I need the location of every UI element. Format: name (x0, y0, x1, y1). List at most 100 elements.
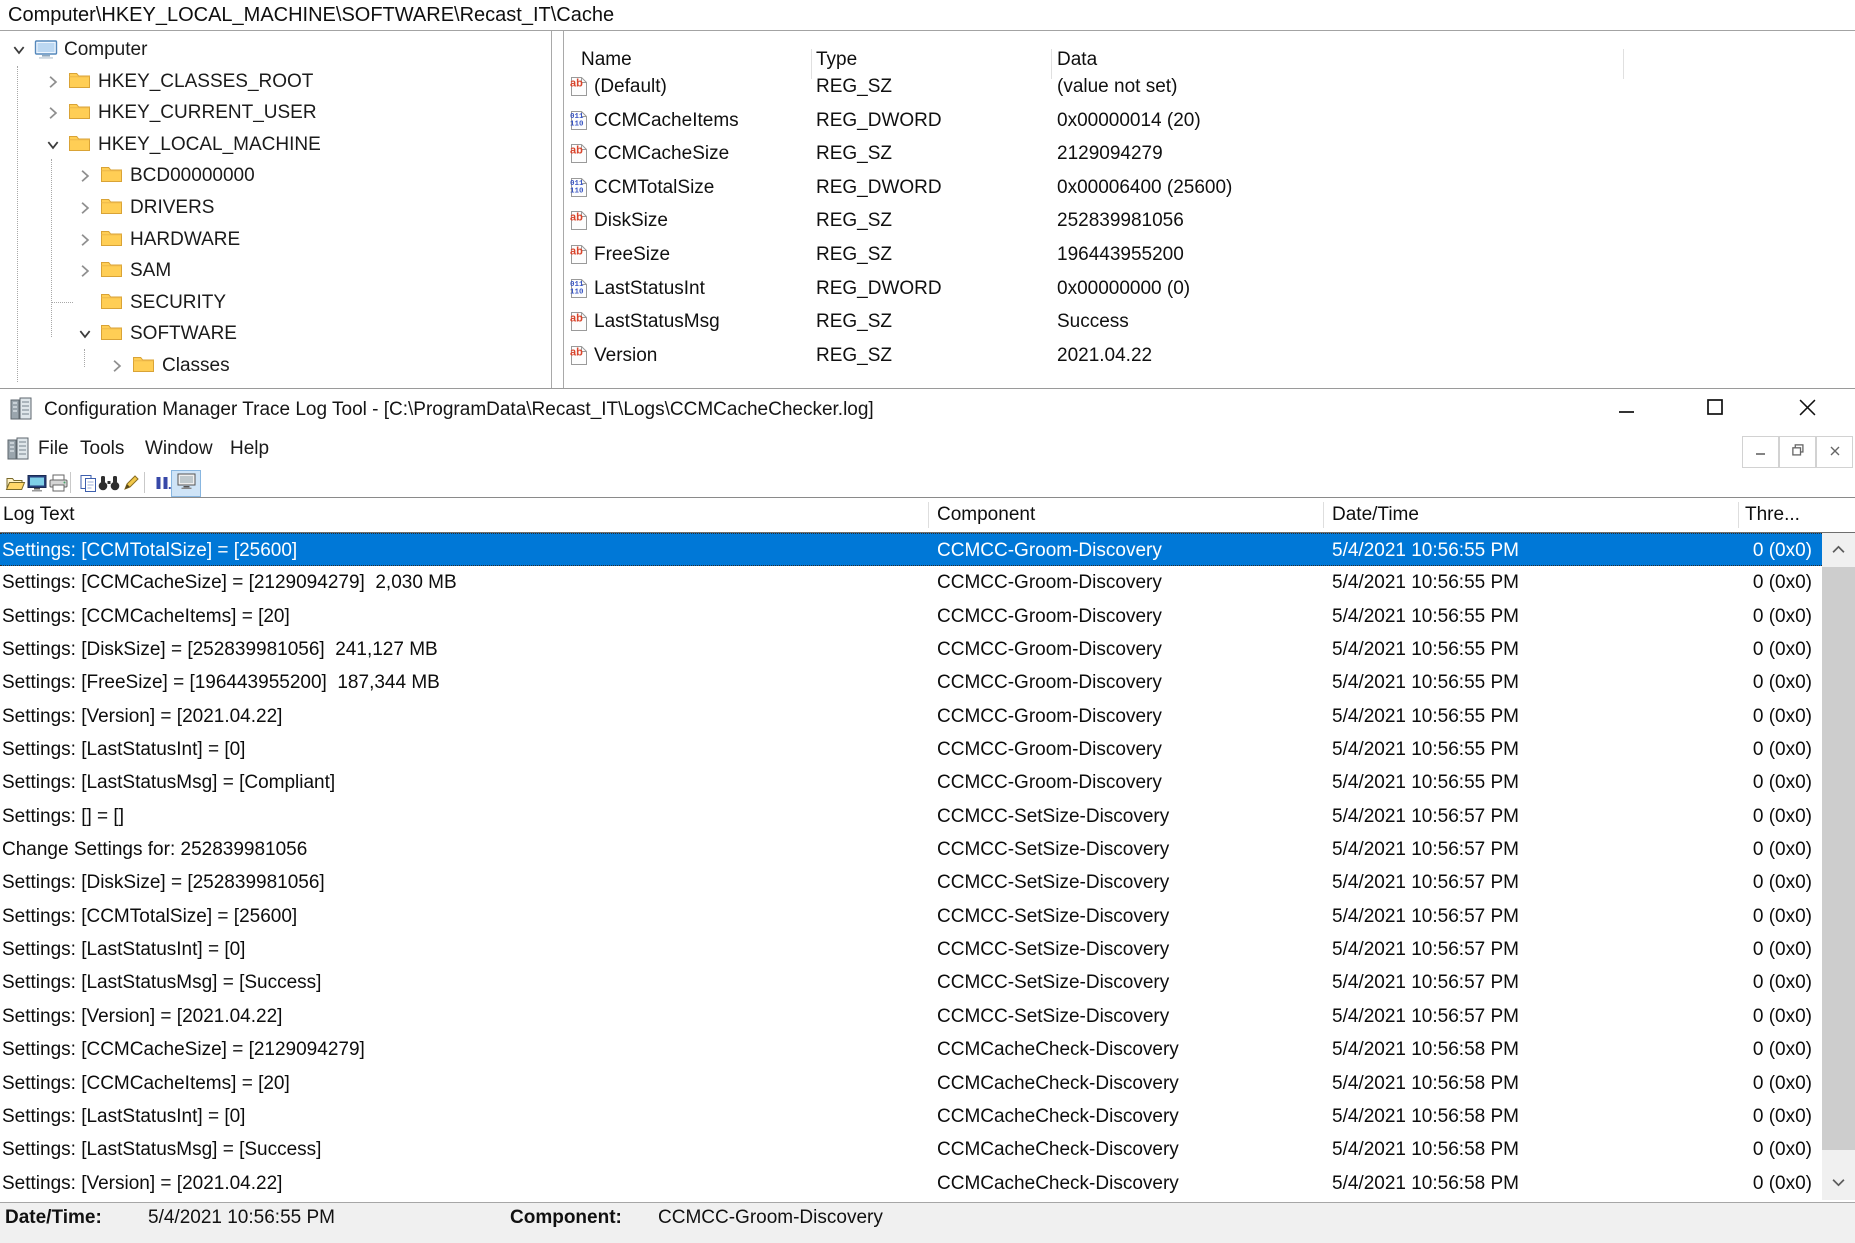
log-row[interactable]: Settings: [LastStatusInt] = [0] CCMCC-Gr… (0, 733, 1822, 766)
chevron-right-icon[interactable] (78, 201, 92, 215)
registry-address[interactable]: Computer\HKEY_LOCAL_MACHINE\SOFTWARE\Rec… (8, 0, 614, 30)
find-binoculars-icon[interactable] (98, 473, 120, 493)
column-header-logtext[interactable]: Log Text (3, 498, 74, 532)
open-file-icon[interactable] (4, 473, 26, 493)
tree-item[interactable]: HKEY_LOCAL_MACHINE (0, 129, 551, 161)
log-row[interactable]: Settings: [LastStatusMsg] = [Success] CC… (0, 966, 1822, 999)
registry-value-row[interactable]: ab CCMCacheSize REG_SZ 2129094279 (564, 137, 1855, 171)
mdi-minimize-button[interactable] (1742, 436, 1779, 468)
printer-icon[interactable] (47, 473, 69, 493)
registry-value-row[interactable]: ab DiskSize REG_SZ 252839981056 (564, 204, 1855, 238)
tree-item[interactable]: DRIVERS (0, 192, 551, 224)
log-row[interactable]: Settings: [FreeSize] = [196443955200] 18… (0, 666, 1822, 699)
tree-item[interactable]: Computer (0, 34, 551, 66)
log-row[interactable]: Settings: [Version] = [2021.04.22] CCMCC… (0, 1000, 1822, 1033)
chevron-right-icon[interactable] (46, 106, 60, 120)
minimize-button[interactable] (1603, 389, 1649, 430)
chevron-down-icon[interactable] (78, 327, 92, 341)
column-divider[interactable] (1323, 502, 1324, 528)
mdi-restore-button[interactable] (1779, 436, 1816, 468)
pause-icon[interactable] (151, 473, 173, 493)
log-row[interactable]: Settings: [CCMCacheItems] = [20] CCMCach… (0, 1067, 1822, 1100)
log-row[interactable]: Settings: [Version] = [2021.04.22] CCMCa… (0, 1167, 1822, 1200)
log-component: CCMCC-Groom-Discovery (937, 633, 1162, 666)
chevron-down-icon[interactable] (46, 138, 60, 152)
chevron-down-icon[interactable] (12, 43, 26, 57)
log-row[interactable]: Settings: [DiskSize] = [252839981056] CC… (0, 866, 1822, 899)
menu-tools[interactable]: Tools (80, 430, 124, 468)
value-data: 2129094279 (1057, 137, 1163, 171)
log-component: CCMCC-SetSize-Discovery (937, 1000, 1169, 1033)
log-row[interactable]: Settings: [LastStatusInt] = [0] CCMCC-Se… (0, 933, 1822, 966)
log-datetime: 5/4/2021 10:56:55 PM (1332, 700, 1519, 733)
log-row[interactable]: Settings: [CCMCacheSize] = [2129094279] … (0, 1033, 1822, 1066)
registry-address-bar[interactable]: Computer\HKEY_LOCAL_MACHINE\SOFTWARE\Rec… (0, 0, 1855, 31)
chevron-right-icon[interactable] (78, 264, 92, 278)
mdi-close-button[interactable] (1816, 436, 1853, 468)
scrollbar-up-button[interactable] (1822, 533, 1855, 567)
log-row[interactable]: Settings: [LastStatusInt] = [0] CCMCache… (0, 1100, 1822, 1133)
column-header-datetime[interactable]: Date/Time (1332, 498, 1419, 532)
mdi-child-icon[interactable] (5, 436, 29, 462)
log-thread: 0 (0x0) (1753, 534, 1812, 567)
registry-value-row[interactable]: 011110 CCMTotalSize REG_DWORD 0x00006400… (564, 171, 1855, 205)
registry-tree-panel: Computer HKEY_CLASSES_ROOT HKEY_CURRENT_… (0, 31, 552, 388)
menu-window[interactable]: Window (145, 430, 213, 468)
log-row[interactable]: Settings: [CCMTotalSize] = [25600] CCMCC… (0, 533, 1822, 566)
log-row[interactable]: Settings: [CCMCacheItems] = [20] CCMCC-G… (0, 600, 1822, 633)
menu-file[interactable]: File (38, 430, 69, 468)
tree-item[interactable]: SOFTWARE (0, 318, 551, 350)
tree-item[interactable]: BCD00000000 (0, 160, 551, 192)
monitor-icon[interactable] (26, 473, 48, 493)
string-value-icon: ab (568, 310, 590, 333)
log-component: CCMCC-Groom-Discovery (937, 534, 1162, 567)
cmtrace-toolbar (0, 468, 1855, 498)
log-row[interactable]: Settings: [CCMTotalSize] = [25600] CCMCC… (0, 900, 1822, 933)
detail-pane-toggle-button[interactable] (171, 470, 201, 497)
tree-item[interactable]: HKEY_CLASSES_ROOT (0, 66, 551, 98)
chevron-right-icon[interactable] (110, 359, 124, 373)
log-row[interactable]: Change Settings for: 252839981056 CCMCC-… (0, 833, 1822, 866)
log-scrollbar[interactable] (1822, 533, 1855, 1200)
log-row[interactable]: Settings: [] = [] CCMCC-SetSize-Discover… (0, 800, 1822, 833)
registry-value-row[interactable]: 011110 CCMCacheItems REG_DWORD 0x0000001… (564, 104, 1855, 138)
maximize-button[interactable] (1692, 389, 1738, 430)
cmtrace-titlebar[interactable]: Configuration Manager Trace Log Tool - [… (0, 389, 1855, 430)
menu-help[interactable]: Help (230, 430, 269, 468)
value-data: 196443955200 (1057, 238, 1184, 272)
column-divider[interactable] (1738, 502, 1739, 528)
log-row[interactable]: Settings: [LastStatusMsg] = [Success] CC… (0, 1133, 1822, 1166)
log-text: Settings: [LastStatusInt] = [0] (2, 733, 245, 766)
log-row[interactable]: Settings: [Version] = [2021.04.22] CCMCC… (0, 700, 1822, 733)
copy-icon[interactable] (77, 473, 99, 493)
tree-item[interactable]: HKEY_CURRENT_USER (0, 97, 551, 129)
tree-item[interactable]: SECURITY (0, 287, 551, 319)
close-button[interactable] (1784, 389, 1830, 430)
highlight-pen-icon[interactable] (120, 473, 142, 493)
chevron-right-icon[interactable] (78, 233, 92, 247)
mdi-minimize-icon (1756, 443, 1765, 461)
registry-value-row[interactable]: ab (Default) REG_SZ (value not set) (564, 70, 1855, 104)
log-row[interactable]: Settings: [DiskSize] = [252839981056] 24… (0, 633, 1822, 666)
detail-component-label: Component: (510, 1207, 622, 1229)
log-datetime: 5/4/2021 10:56:55 PM (1332, 600, 1519, 633)
chevron-right-icon[interactable] (46, 75, 60, 89)
log-row[interactable]: Settings: [CCMCacheSize] = [2129094279] … (0, 566, 1822, 599)
log-thread: 0 (0x0) (1753, 700, 1812, 733)
registry-value-row[interactable]: 011110 LastStatusInt REG_DWORD 0x0000000… (564, 272, 1855, 306)
registry-value-row[interactable]: ab FreeSize REG_SZ 196443955200 (564, 238, 1855, 272)
log-thread: 0 (0x0) (1753, 1167, 1812, 1200)
column-header-component[interactable]: Component (937, 498, 1035, 532)
registry-value-row[interactable]: ab LastStatusMsg REG_SZ Success (564, 305, 1855, 339)
chevron-right-icon[interactable] (78, 169, 92, 183)
log-datetime: 5/4/2021 10:56:55 PM (1332, 534, 1519, 567)
column-divider[interactable] (928, 502, 929, 528)
tree-item[interactable]: Classes (0, 350, 551, 382)
column-header-thread[interactable]: Thre... (1745, 498, 1800, 532)
registry-value-row[interactable]: ab Version REG_SZ 2021.04.22 (564, 339, 1855, 373)
scrollbar-down-button[interactable] (1822, 1166, 1855, 1200)
log-row[interactable]: Settings: [LastStatusMsg] = [Compliant] … (0, 766, 1822, 799)
scrollbar-thumb[interactable] (1822, 567, 1855, 1150)
tree-item[interactable]: HARDWARE (0, 224, 551, 256)
tree-item[interactable]: SAM (0, 255, 551, 287)
